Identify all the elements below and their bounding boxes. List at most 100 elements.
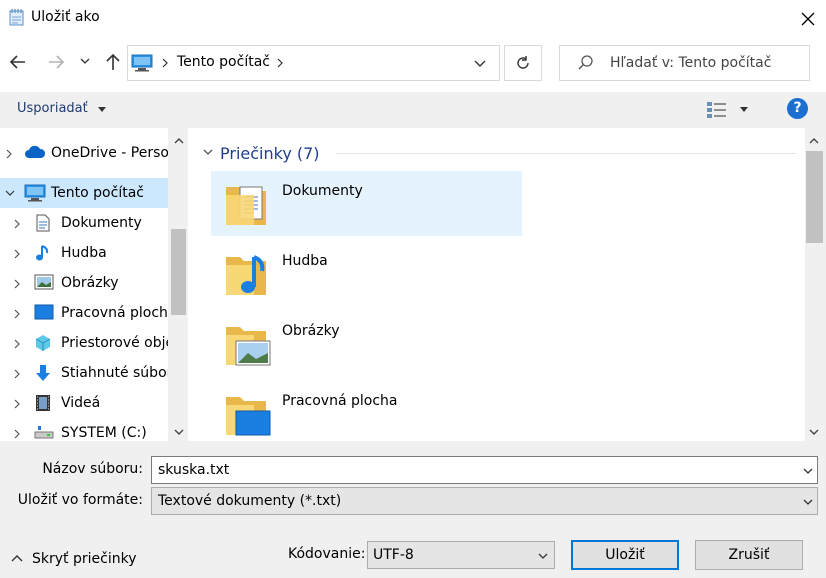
scroll-up-arrow-icon[interactable] <box>173 136 185 146</box>
folder-tile-music[interactable]: Hudba <box>211 241 522 306</box>
nav-item-label: Dokumenty <box>61 215 142 231</box>
scroll-up-arrow-icon[interactable] <box>808 136 820 146</box>
arrow-left-icon <box>9 55 25 69</box>
3d-objects-icon <box>34 334 52 352</box>
back-button[interactable] <box>6 50 30 74</box>
nav-item-label: Tento počítač <box>51 185 144 201</box>
nav-item-videos[interactable]: Videá <box>0 388 168 418</box>
nav-item-pictures[interactable]: Obrázky <box>0 268 168 298</box>
scroll-down-arrow-icon[interactable] <box>808 427 820 437</box>
encoding-select[interactable]: UTF-8 <box>367 541 555 569</box>
organize-menu-button[interactable]: Usporiadať <box>17 101 88 116</box>
breadcrumb-location[interactable]: Tento počítač <box>177 54 270 70</box>
documents-folder-icon <box>224 179 272 229</box>
nav-item-system-drive[interactable]: SYSTEM (C:) <box>0 418 168 441</box>
expand-chevron-icon[interactable] <box>12 368 22 380</box>
nav-item-this-pc[interactable]: Tento počítač <box>0 178 168 208</box>
downloads-icon <box>34 364 52 382</box>
folder-label: Dokumenty <box>282 183 363 199</box>
address-bar[interactable]: Tento počítač <box>127 45 500 81</box>
collapse-chevron-icon[interactable] <box>4 188 16 198</box>
cancel-button[interactable]: Zrušiť <box>695 540 803 570</box>
chevron-down-icon <box>80 58 90 64</box>
search-placeholder[interactable]: Hľadať v: Tento počítač <box>610 55 771 71</box>
chevron-down-icon[interactable] <box>537 551 549 561</box>
music-folder-icon <box>224 249 272 299</box>
file-list-scrollbar-thumb[interactable] <box>806 151 823 243</box>
chevron-down-icon[interactable] <box>97 106 107 114</box>
expand-chevron-icon[interactable] <box>12 428 22 440</box>
folder-tile-desktop[interactable]: Pracovná plocha <box>211 381 522 441</box>
group-header[interactable]: Priečinky (7) <box>220 144 320 163</box>
refresh-button[interactable] <box>504 45 542 81</box>
nav-item-music[interactable]: Hudba <box>0 238 168 268</box>
computer-icon <box>24 184 46 202</box>
up-button[interactable] <box>101 50 125 74</box>
close-icon <box>801 12 815 26</box>
file-type-label: Uložiť vo formáte: <box>17 492 143 508</box>
group-divider <box>336 153 796 154</box>
expand-chevron-icon[interactable] <box>12 308 22 320</box>
navigation-pane: OneDrive - Personal Tento počítač Dokume… <box>0 128 188 441</box>
chevron-down-icon[interactable] <box>802 497 814 507</box>
folder-tile-documents[interactable]: Dokumenty <box>211 171 522 236</box>
nav-item-label: Pracovná plocha <box>61 305 177 321</box>
documents-icon <box>34 214 52 232</box>
file-type-select[interactable]: Textové dokumenty (*.txt) <box>151 487 818 515</box>
pictures-icon <box>34 274 54 290</box>
title-bar: Uložiť ako <box>0 0 826 38</box>
folder-label: Hudba <box>282 253 328 269</box>
expand-chevron-icon[interactable] <box>12 398 22 410</box>
arrow-right-icon <box>49 55 65 69</box>
save-button[interactable]: Uložiť <box>571 540 679 570</box>
refresh-icon <box>517 56 529 69</box>
chevron-down-icon[interactable] <box>802 466 814 476</box>
nav-item-desktop[interactable]: Pracovná plocha <box>0 298 176 328</box>
breadcrumb-separator-icon[interactable] <box>275 57 285 69</box>
nav-item-onedrive[interactable]: OneDrive - Personal <box>0 138 188 168</box>
command-bar: Usporiadať ? <box>0 92 826 128</box>
hide-folders-button[interactable]: Skryť priečinky <box>32 551 136 567</box>
forward-button[interactable] <box>44 50 68 74</box>
expand-chevron-icon[interactable] <box>12 278 22 290</box>
change-view-button[interactable] <box>706 101 728 119</box>
nav-item-label: Videá <box>61 395 101 411</box>
chevron-up-icon[interactable] <box>10 552 24 564</box>
arrow-up-icon <box>106 53 120 70</box>
search-box[interactable]: Hľadať v: Tento počítač <box>559 45 810 81</box>
nav-item-documents[interactable]: Dokumenty <box>0 208 168 238</box>
filename-input[interactable]: skuska.txt <box>151 456 818 484</box>
group-collapse-chevron-icon[interactable] <box>202 147 214 157</box>
desktop-icon <box>34 304 54 320</box>
search-icon <box>577 54 595 72</box>
nav-item-label: Stiahnuté súbory <box>61 365 181 381</box>
chevron-down-icon <box>474 60 486 67</box>
nav-item-label: Hudba <box>61 245 107 261</box>
desktop-folder-icon <box>224 389 272 439</box>
filename-label: Názov súboru: <box>42 461 143 477</box>
close-button[interactable] <box>790 4 826 34</box>
nav-item-3d-objects[interactable]: Priestorové objekty <box>0 328 188 358</box>
folder-tile-pictures[interactable]: Obrázky <box>211 311 522 376</box>
scroll-down-arrow-icon[interactable] <box>173 427 185 437</box>
pictures-folder-icon <box>224 319 272 369</box>
view-options-chevron-icon[interactable] <box>739 106 749 114</box>
expand-chevron-icon[interactable] <box>12 218 22 230</box>
expand-chevron-icon[interactable] <box>4 148 14 160</box>
nav-scrollbar-thumb[interactable] <box>171 229 186 315</box>
folder-label: Pracovná plocha <box>282 393 398 409</box>
address-dropdown-button[interactable] <box>473 57 487 69</box>
breadcrumb-separator-icon[interactable] <box>160 57 170 69</box>
encoding-label: Kódovanie: <box>288 546 366 562</box>
expand-chevron-icon[interactable] <box>12 248 22 260</box>
videos-icon <box>34 394 52 412</box>
help-button[interactable]: ? <box>787 98 808 119</box>
nav-item-label: SYSTEM (C:) <box>61 425 147 441</box>
nav-item-label: Obrázky <box>61 275 119 291</box>
recent-locations-button[interactable] <box>79 55 91 67</box>
drive-icon <box>34 424 54 440</box>
expand-chevron-icon[interactable] <box>12 338 22 350</box>
nav-item-downloads[interactable]: Stiahnuté súbory <box>0 358 181 388</box>
folder-label: Obrázky <box>282 323 340 339</box>
notepad-icon <box>8 8 26 26</box>
